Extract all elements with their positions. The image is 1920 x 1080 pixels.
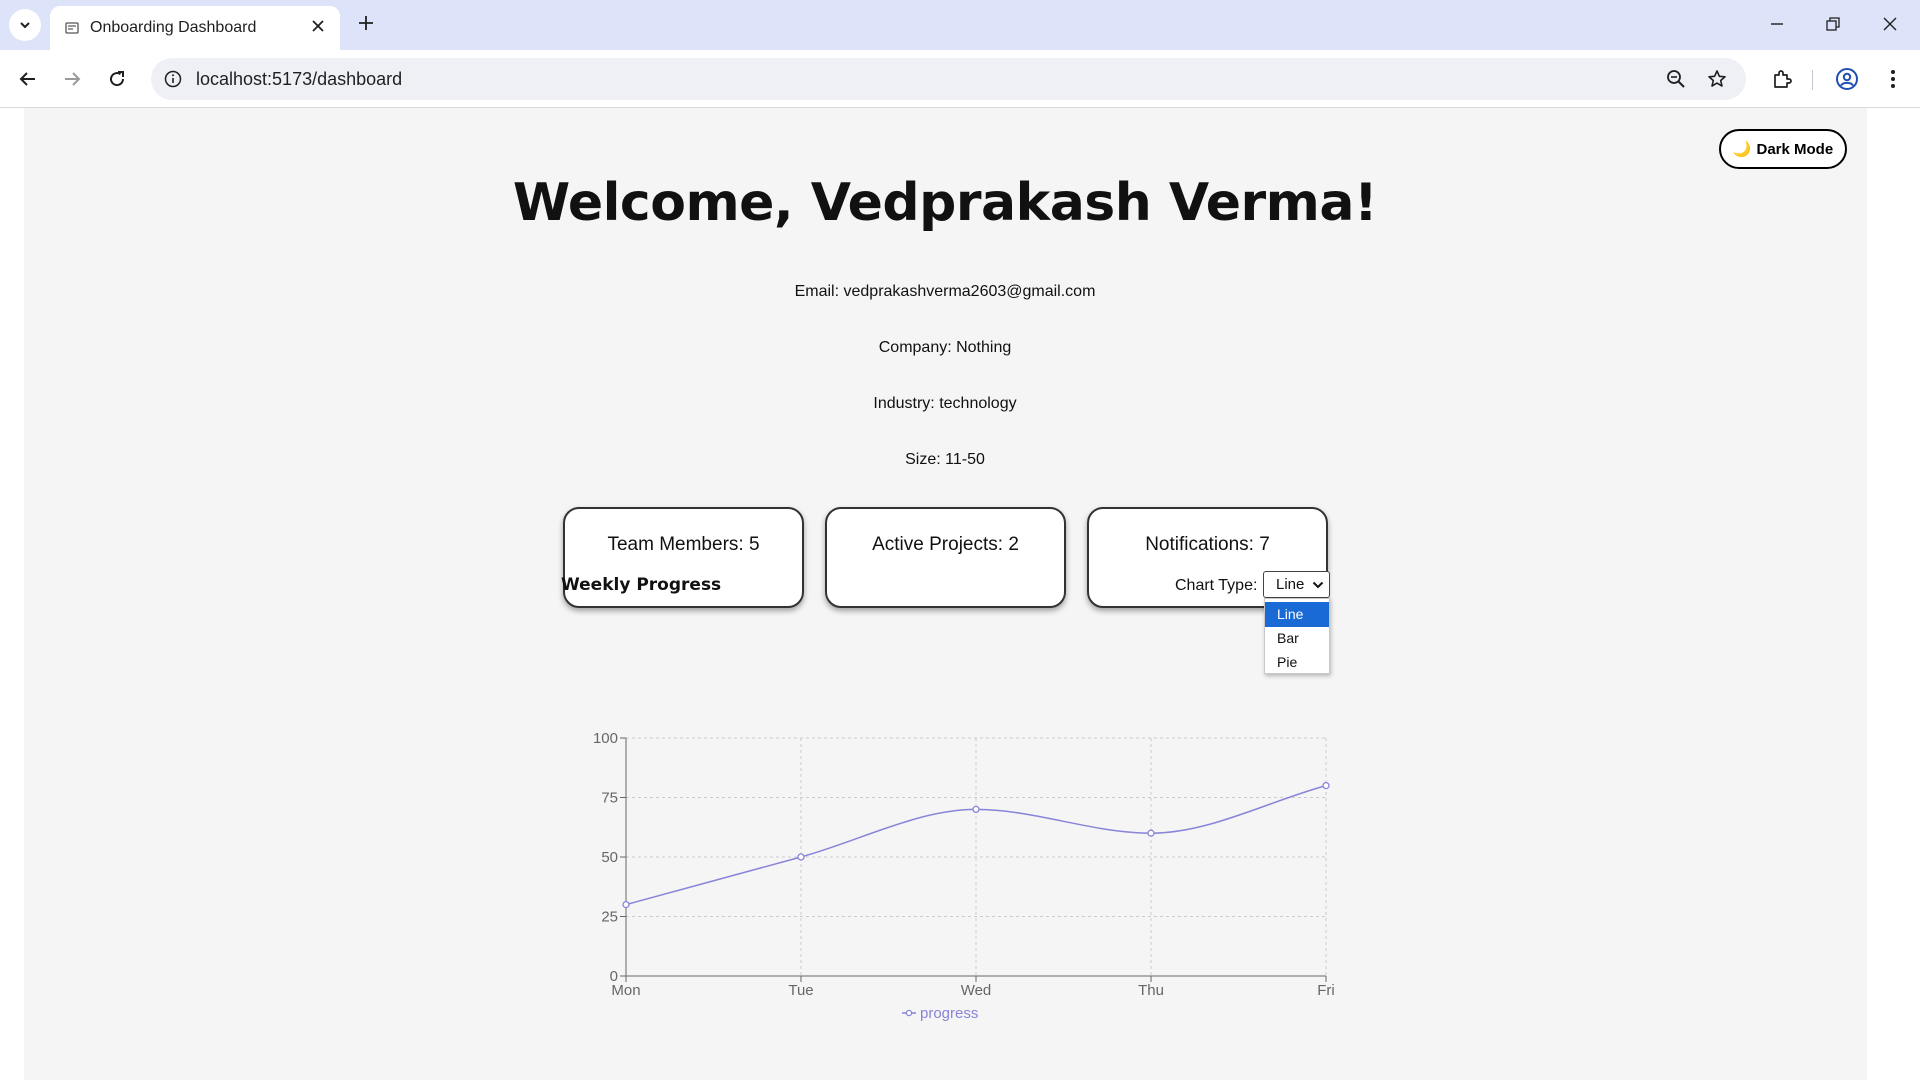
x-tick-label: Tue — [788, 982, 813, 999]
welcome-heading: Welcome, Vedprakash Verma! — [512, 173, 1378, 233]
chart-type-label: Chart Type: — [1175, 577, 1258, 594]
stat-card-label: Active Projects: 2 — [872, 534, 1019, 555]
x-tick-label: Fri — [1317, 982, 1335, 999]
weekly-progress-chart: 0255075100Mon Tue Wed Thu Friprogress — [593, 730, 1335, 1022]
y-tick-label: 50 — [601, 849, 618, 866]
chart-type-option-line[interactable]: Line — [1265, 602, 1329, 627]
chart-section-title: Weekly Progress — [561, 575, 722, 595]
account-icon — [1836, 68, 1858, 90]
stat-card-label: Notifications: 7 — [1145, 534, 1270, 555]
toolbar-divider — [1812, 70, 1813, 90]
y-tick-label: 25 — [601, 909, 618, 926]
restore-button[interactable] — [1815, 10, 1851, 38]
x-tick-label: Wed — [961, 982, 992, 999]
chart-type-selected-value: Line — [1276, 576, 1305, 593]
chart-type-option-bar[interactable]: Bar — [1265, 626, 1329, 651]
forward-button[interactable] — [56, 63, 88, 95]
info-icon — [164, 70, 182, 88]
puzzle-icon — [1774, 70, 1792, 88]
moon-icon: 🌙 — [1732, 141, 1752, 158]
stat-card-label: Team Members: 5 — [607, 534, 760, 555]
chevron-down-icon — [1312, 581, 1324, 589]
legend-swatch-marker — [905, 1009, 913, 1017]
url-text: localhost:5173/dashboard — [196, 69, 403, 89]
back-button[interactable] — [12, 63, 44, 95]
extensions-button[interactable] — [1766, 63, 1798, 95]
legend-label-progress: progress — [920, 1005, 978, 1022]
size-info: Size: 11-50 — [905, 451, 985, 468]
data-point — [622, 900, 630, 909]
zoom-button[interactable] — [1664, 67, 1688, 91]
dark-mode-toggle-button[interactable]: 🌙 Dark Mode — [1719, 129, 1847, 169]
series-line-progress — [625, 784, 1327, 906]
data-point — [1147, 829, 1155, 837]
restore-icon — [1826, 17, 1840, 31]
y-tick-label: 100 — [593, 730, 618, 747]
new-tab-button[interactable] — [352, 9, 380, 37]
company-info: Company: Nothing — [878, 339, 1012, 356]
plus-icon — [359, 16, 373, 30]
reload-button[interactable] — [101, 63, 133, 95]
chart-type-dropdown: Line Bar Pie — [1264, 598, 1330, 674]
active-projects-card: Active Projects: 2 — [825, 507, 1066, 608]
data-point — [797, 853, 805, 861]
browser-toolbar: localhost:5173/dashboard — [0, 50, 1920, 108]
tab-close-button[interactable] — [306, 14, 330, 38]
dark-mode-label: Dark Mode — [1756, 140, 1834, 158]
more-vertical-icon — [1891, 70, 1895, 88]
reload-icon — [110, 71, 125, 87]
chevron-down-icon — [20, 22, 30, 29]
arrow-right-icon — [65, 72, 81, 86]
arrow-left-icon — [19, 72, 35, 86]
tab-search-button[interactable] — [9, 9, 41, 41]
star-icon — [1708, 70, 1726, 87]
bookmark-button[interactable] — [1705, 67, 1729, 91]
data-point — [1322, 781, 1330, 790]
close-window-button[interactable] — [1872, 10, 1908, 38]
zoom-out-icon — [1667, 70, 1685, 88]
y-tick-label: 75 — [601, 790, 618, 807]
data-point — [972, 805, 980, 814]
minimize-icon — [1771, 23, 1783, 25]
tab-title: Onboarding Dashboard — [90, 19, 257, 36]
site-info-button[interactable] — [161, 67, 185, 91]
email-info: Email: vedprakashverma2603@gmail.com — [794, 283, 1096, 300]
industry-info: Industry: technology — [873, 395, 1017, 412]
minimize-button[interactable] — [1759, 10, 1795, 38]
x-tick-label: Thu — [1138, 982, 1164, 999]
profile-button[interactable] — [1831, 63, 1863, 95]
chart-type-option-pie[interactable]: Pie — [1265, 650, 1329, 675]
browser-tab-strip: Onboarding Dashboard — [0, 0, 1920, 50]
x-tick-label: Mon — [611, 982, 640, 999]
close-icon — [312, 20, 324, 32]
browser-menu-button[interactable] — [1877, 63, 1909, 95]
chart-type-select[interactable]: Line — [1263, 571, 1330, 598]
address-bar[interactable]: localhost:5173/dashboard — [151, 58, 1746, 100]
browser-tab[interactable]: Onboarding Dashboard — [50, 6, 340, 50]
page-favicon-icon — [65, 22, 79, 34]
close-icon — [1883, 17, 1897, 31]
